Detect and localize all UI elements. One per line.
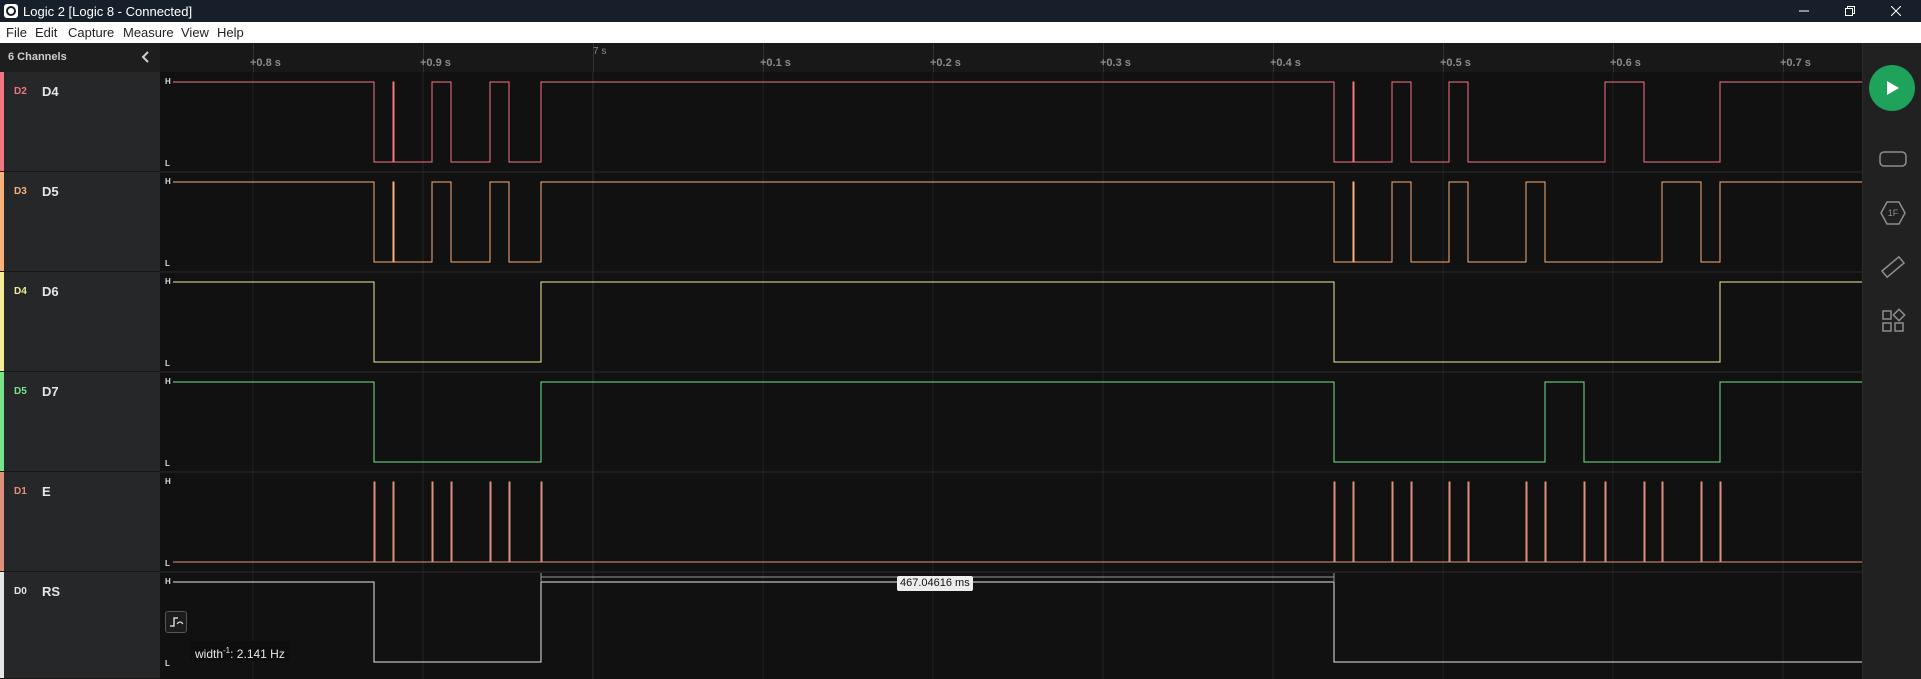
channel-count: 6 Channels: [8, 51, 67, 63]
measurements-button[interactable]: [1878, 252, 1908, 282]
channel-color-stripe: [0, 172, 4, 271]
level-low-label: L: [165, 559, 170, 568]
measurement-toggle-button[interactable]: [165, 611, 187, 633]
level-high-label: H: [165, 377, 171, 386]
chevron-left-icon: [141, 51, 149, 63]
menu-file[interactable]: File: [6, 25, 27, 40]
level-high-label: H: [165, 277, 171, 286]
time-marker: 7 s: [593, 46, 607, 57]
channel-color-stripe: [0, 572, 4, 678]
level-high-label: H: [165, 77, 171, 86]
start-capture-button[interactable]: [1869, 65, 1915, 111]
channel-digital-id: D5: [14, 386, 27, 397]
play-icon: [1887, 81, 1899, 95]
waveform-area[interactable]: H L H L H L H L H L H L: [160, 72, 1862, 679]
channel-name: D4: [42, 84, 59, 99]
extensions-button[interactable]: [1878, 306, 1908, 336]
measure-ruler-icon: [1880, 255, 1906, 279]
right-toolbar: 1F: [1862, 43, 1921, 679]
channel-color-stripe: [0, 272, 4, 371]
window-title: Logic 2 [Logic 8 - Connected]: [23, 4, 193, 19]
tick-label: +0.8 s: [250, 57, 281, 69]
device-icon: [1879, 151, 1907, 167]
menu-bar: File Edit Capture Measure View Help: [0, 22, 1921, 43]
edge-icon: [170, 617, 184, 627]
readout-value: : 2.141 Hz: [230, 647, 285, 661]
channels-header: 6 Channels: [0, 43, 160, 73]
channel-color-stripe: [0, 472, 4, 571]
restore-button[interactable]: [1827, 0, 1873, 22]
level-low-label: L: [165, 459, 170, 468]
close-icon: [1891, 6, 1901, 16]
level-high-label: H: [165, 577, 171, 586]
device-settings-button[interactable]: [1878, 144, 1908, 174]
close-button[interactable]: [1873, 0, 1919, 22]
title-bar: Logic 2 [Logic 8 - Connected]: [0, 0, 1921, 22]
channel-name: D5: [42, 184, 59, 199]
channel-digital-id: D0: [14, 586, 27, 597]
menu-edit[interactable]: Edit: [35, 25, 57, 40]
menu-help[interactable]: Help: [217, 25, 244, 40]
level-low-label: L: [165, 359, 170, 368]
app-logo-icon: [4, 4, 18, 18]
tick-label: +0.2 s: [930, 57, 961, 69]
channel-row-d6[interactable]: D4 D6: [0, 272, 160, 372]
level-low-label: L: [165, 259, 170, 268]
tick-label: +0.3 s: [1100, 57, 1131, 69]
level-high-label: H: [165, 177, 171, 186]
tick-label: +0.4 s: [1270, 57, 1301, 69]
analyzers-button[interactable]: 1F: [1878, 198, 1908, 228]
channel-name: E: [42, 484, 51, 499]
menu-measure[interactable]: Measure: [123, 25, 174, 40]
level-low-label: L: [165, 659, 170, 668]
frequency-readout: width-1: 2.141 Hz: [190, 641, 290, 661]
svg-text:1F: 1F: [1888, 208, 1899, 218]
channel-digital-id: D3: [14, 186, 27, 197]
level-low-label: L: [165, 159, 170, 168]
tick-label: +0.6 s: [1610, 57, 1641, 69]
channel-name: D7: [42, 384, 59, 399]
readout-prefix: width: [195, 647, 224, 661]
channel-digital-id: D2: [14, 86, 27, 97]
level-high-label: H: [165, 477, 171, 486]
channel-color-stripe: [0, 72, 4, 171]
analyzer-icon: 1F: [1880, 201, 1906, 225]
menu-view[interactable]: View: [181, 25, 209, 40]
restore-icon: [1845, 6, 1855, 16]
timeline-ruler[interactable]: +0.8 s +0.9 s 7 s +0.1 s +0.2 s +0.3 s +…: [160, 43, 1862, 73]
tick-label: +0.7 s: [1780, 57, 1811, 69]
channel-name: RS: [42, 584, 61, 599]
channel-name: D6: [42, 284, 59, 299]
channel-color-stripe: [0, 372, 4, 471]
channel-row-d7[interactable]: D5 D7: [0, 372, 160, 472]
pulse-width-label: 467.04616 ms: [897, 576, 973, 591]
channel-digital-id: D4: [14, 286, 27, 297]
minimize-icon: [1799, 10, 1809, 12]
menu-capture[interactable]: Capture: [68, 25, 114, 40]
channel-digital-id: D1: [14, 486, 27, 497]
channel-row-d4[interactable]: D2 D4: [0, 72, 160, 172]
waveform-background: [160, 72, 1862, 679]
extensions-icon: [1882, 308, 1906, 332]
collapse-sidebar-button[interactable]: [138, 49, 154, 65]
channel-row-rs[interactable]: D0 RS: [0, 572, 160, 679]
channel-row-d5[interactable]: D3 D5: [0, 172, 160, 272]
minimize-button[interactable]: [1781, 0, 1827, 22]
tick-label: +0.5 s: [1440, 57, 1471, 69]
tick-label: +0.1 s: [760, 57, 791, 69]
tick-label: +0.9 s: [420, 57, 451, 69]
channel-row-e[interactable]: D1 E: [0, 472, 160, 572]
